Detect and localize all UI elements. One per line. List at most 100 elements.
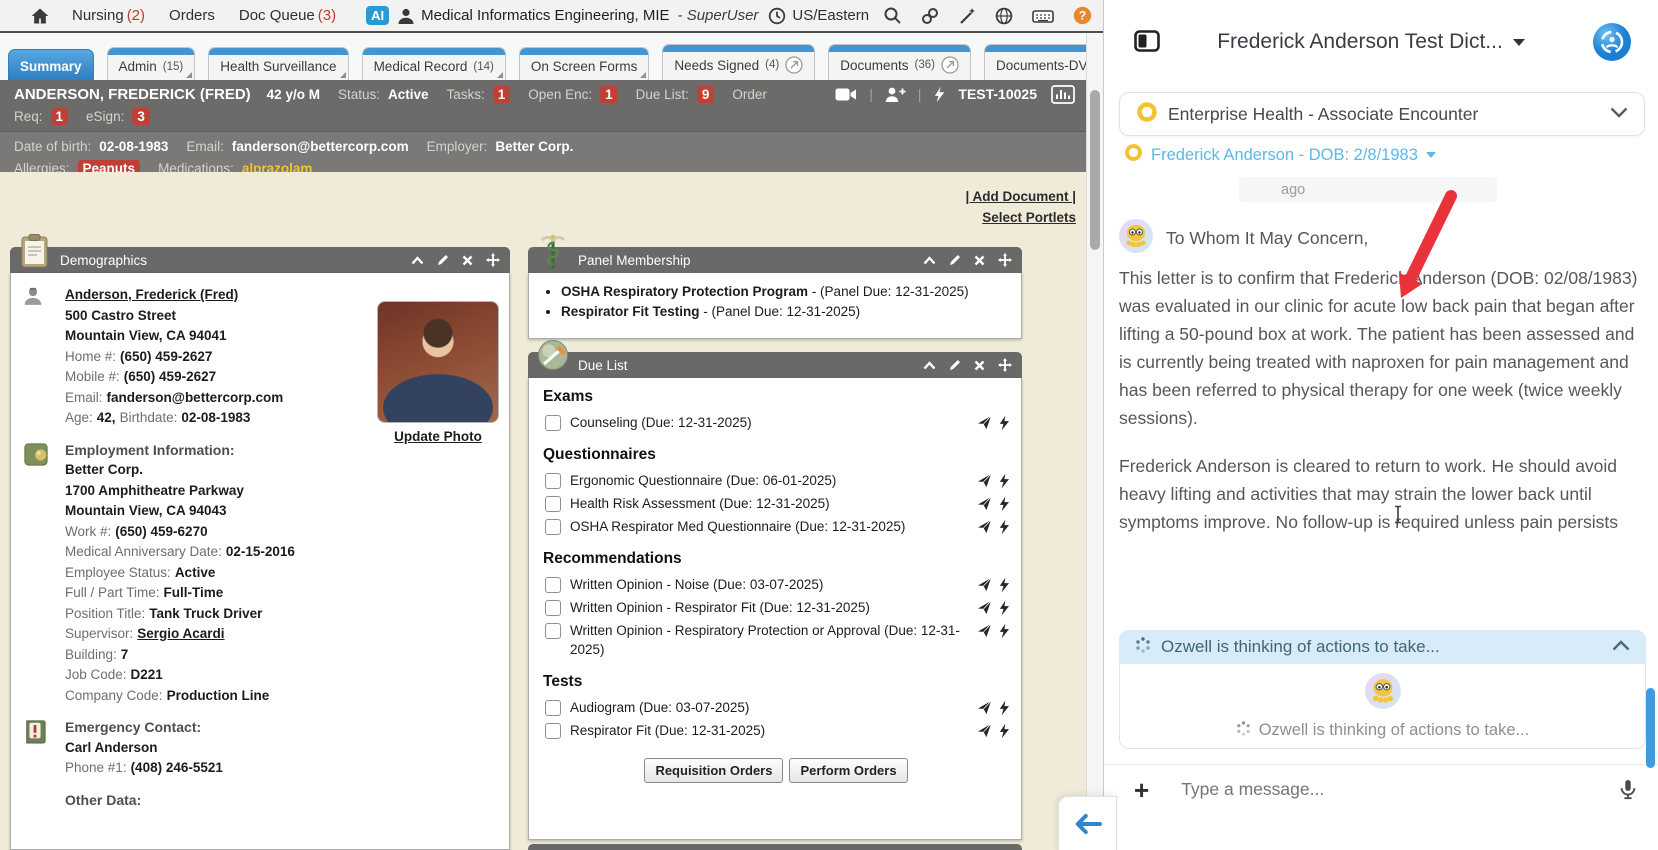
chart-icon[interactable] [1051,84,1075,104]
stat-badge-tasks[interactable]: 1 [492,85,511,103]
close-icon[interactable] [974,255,985,266]
conversation-title[interactable]: Frederick Anderson Test Dict... [1164,30,1578,54]
move-icon[interactable] [486,253,500,267]
tab-admin[interactable]: Admin (15) [106,47,196,80]
move-icon[interactable] [998,358,1012,372]
requisition-orders-button[interactable]: Requisition Orders [644,758,784,783]
bolt-icon[interactable] [998,723,1009,739]
bolt-icon[interactable] [998,577,1009,593]
stat-badge-open-enc[interactable]: 1 [600,85,618,103]
add-document-link[interactable]: | Add Document | [965,186,1076,207]
send-icon[interactable] [977,496,992,511]
collapse-icon[interactable] [411,255,424,265]
checkbox[interactable] [545,577,561,593]
tab-on-screen-forms[interactable]: On Screen Forms [518,47,650,80]
search-icon[interactable] [883,6,902,25]
ehr-scrollbar-thumb[interactable] [1090,90,1100,250]
edit-icon[interactable] [949,359,961,371]
order-link[interactable]: Order [732,87,767,102]
ai-badge[interactable]: AI [366,6,390,25]
ozwell-logo[interactable] [1592,22,1632,67]
send-icon[interactable] [977,415,992,430]
tab-medical-record[interactable]: Medical Record (14) [361,47,506,80]
due-list-header[interactable]: Due List [528,340,1022,378]
stat-badge-esign[interactable]: 3 [132,107,150,125]
collapse-icon[interactable] [923,255,936,265]
section-heading: Other Data: [65,791,142,808]
wand-icon[interactable] [958,7,976,25]
encounter-selector[interactable]: Enterprise Health - Associate Encounter [1119,92,1645,136]
send-icon[interactable] [977,600,992,615]
send-icon[interactable] [977,473,992,488]
close-icon[interactable] [974,360,985,371]
perform-orders-button[interactable]: Perform Orders [789,758,908,783]
tab-documents[interactable]: Documents (36) [828,44,971,80]
tab-needs-signed[interactable]: Needs Signed (4) [662,44,816,80]
mic-icon[interactable] [1618,778,1638,802]
checkbox[interactable] [545,700,561,716]
stat-badge-req[interactable]: 1 [50,107,69,125]
send-icon[interactable] [977,519,992,534]
thinking-banner[interactable]: Ozwell is thinking of actions to take... [1119,630,1646,664]
patient-context[interactable]: Frederick Anderson - DOB: 2/8/1983 [1124,143,1436,167]
bolt-icon[interactable] [998,700,1009,716]
external-link-icon[interactable] [785,56,803,74]
tab-health-surveillance[interactable]: Health Surveillance [208,47,349,80]
checkbox[interactable] [545,723,561,739]
stat-label-tasks: Tasks: [446,86,485,102]
external-link-icon[interactable] [941,56,959,74]
edit-icon[interactable] [437,254,449,266]
demographics-header[interactable]: Demographics [10,234,510,273]
help-icon[interactable]: ? [1073,6,1092,25]
globe-icon[interactable] [995,7,1013,25]
bolt-white-icon[interactable] [933,86,945,103]
checkbox[interactable] [545,415,561,431]
toolbar-nav-orders[interactable]: Orders [169,7,215,24]
home-icon[interactable] [30,6,50,26]
field-label: Employee Status: [65,564,171,580]
collapse-panel-button[interactable] [1058,796,1117,850]
panel-membership-header[interactable]: Panel Membership [528,234,1022,273]
field-link[interactable]: Sergio Acardi [137,626,224,641]
assistant-scrollbar-thumb[interactable] [1646,688,1655,768]
chevron-up-icon[interactable] [1612,638,1630,656]
person-add-icon[interactable] [885,86,906,103]
stat-badge-due-list[interactable]: 9 [696,85,715,103]
message-input[interactable] [1179,778,1618,801]
field-link[interactable]: Anderson, Frederick (Fred) [65,287,238,302]
checkbox[interactable] [545,519,561,535]
bolt-icon[interactable] [998,496,1009,512]
nav-label: Doc Queue [238,7,315,24]
checkbox[interactable] [545,496,561,512]
move-icon[interactable] [998,253,1012,267]
toolbar-nav-doc-queue[interactable]: Doc Queue (3) [239,7,336,24]
field-line: Medical Anniversary Date: 02-15-2016 [65,542,299,563]
toolbar-nav-nursing[interactable]: Nursing (2) [72,7,145,24]
collapse-icon[interactable] [923,360,936,370]
send-icon[interactable] [977,577,992,592]
update-photo-link[interactable]: Update Photo [377,429,499,444]
send-icon[interactable] [977,700,992,715]
patient-name[interactable]: ANDERSON, FREDERICK (FRED) [14,86,251,103]
bolt-icon[interactable] [998,519,1009,535]
bolt-icon[interactable] [998,623,1009,639]
timezone-label[interactable]: US/Eastern [792,7,869,24]
panel-toggle-icon[interactable] [1134,30,1160,57]
attach-icon[interactable]: + [1134,777,1149,803]
select-portlets-link[interactable]: Select Portlets [965,207,1076,228]
checkbox[interactable] [545,623,561,639]
checkbox[interactable] [545,473,561,489]
send-icon[interactable] [977,623,992,638]
bolt-icon[interactable] [998,600,1009,616]
camera-icon[interactable] [835,87,857,102]
bolt-icon[interactable] [998,473,1009,489]
keyboard-icon[interactable] [1032,7,1054,25]
link-icon[interactable] [921,7,939,25]
ehr-scrollbar[interactable] [1086,33,1103,850]
send-icon[interactable] [977,723,992,738]
checkbox[interactable] [545,600,561,616]
bolt-icon[interactable] [998,415,1009,431]
edit-icon[interactable] [949,254,961,266]
close-icon[interactable] [462,255,473,266]
tab-summary[interactable]: Summary [8,49,94,80]
